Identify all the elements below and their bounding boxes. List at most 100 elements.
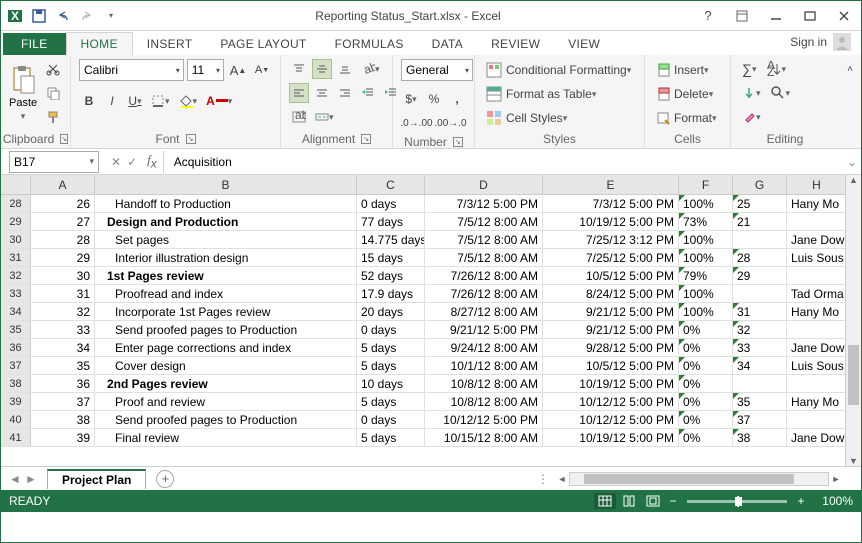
formula-bar[interactable]: Acquisition <box>163 151 843 173</box>
table-row[interactable]: 2927Design and Production77 days7/5/12 8… <box>1 213 861 231</box>
tab-page-layout[interactable]: PAGE LAYOUT <box>206 33 320 55</box>
sign-in[interactable]: Sign in <box>780 29 861 55</box>
cell[interactable]: 33 <box>31 321 95 339</box>
sort-filter-button[interactable]: AZ▾ <box>763 59 790 79</box>
cell[interactable]: 28 <box>31 231 95 249</box>
cell[interactable] <box>787 411 847 429</box>
delete-cells-button[interactable]: Delete▾ <box>653 83 722 105</box>
cell[interactable]: 0% <box>679 339 733 357</box>
cell[interactable]: 52 days <box>357 267 425 285</box>
redo-icon[interactable] <box>77 6 97 26</box>
percent-format-icon[interactable]: % <box>424 89 444 109</box>
cell[interactable]: 7/25/12 3:12 PM <box>543 231 679 249</box>
cell[interactable] <box>733 285 787 303</box>
orientation-icon[interactable]: ab▾ <box>358 59 383 79</box>
cell[interactable]: Jane Dow <box>787 339 847 357</box>
cell[interactable]: 38 <box>31 411 95 429</box>
cell[interactable]: 10/19/12 5:00 PM <box>543 213 679 231</box>
merge-center-icon[interactable]: ▾ <box>312 107 337 127</box>
column-header[interactable]: F <box>679 175 733 194</box>
cell[interactable]: 34 <box>733 357 787 375</box>
decrease-font-icon[interactable]: A▼ <box>252 60 272 80</box>
cell[interactable]: 1st Pages review <box>95 267 357 285</box>
cell[interactable]: 17.9 days <box>357 285 425 303</box>
cell[interactable]: 0 days <box>357 321 425 339</box>
cell[interactable]: 100% <box>679 303 733 321</box>
cell[interactable]: 20 days <box>357 303 425 321</box>
cell[interactable]: Handoff to Production <box>95 195 357 213</box>
table-row[interactable]: 2826Handoff to Production0 days7/3/12 5:… <box>1 195 861 213</box>
paste-button[interactable]: Paste ▾ <box>9 65 37 122</box>
cell[interactable]: 9/21/12 5:00 PM <box>543 303 679 321</box>
cell[interactable]: 29 <box>733 267 787 285</box>
cell[interactable]: 5 days <box>357 393 425 411</box>
increase-font-icon[interactable]: A▲ <box>227 60 249 80</box>
cell[interactable] <box>733 375 787 393</box>
save-icon[interactable] <box>29 6 49 26</box>
column-header[interactable]: D <box>425 175 543 194</box>
cancel-formula-icon[interactable]: ✕ <box>111 155 121 169</box>
autosum-button[interactable]: ∑▾ <box>739 59 760 79</box>
font-launcher[interactable]: ↘ <box>186 134 196 144</box>
cell[interactable]: 0% <box>679 321 733 339</box>
copy-icon[interactable] <box>43 83 63 103</box>
cell[interactable]: 7/26/12 8:00 AM <box>425 267 543 285</box>
cell[interactable]: 9/24/12 8:00 AM <box>425 339 543 357</box>
cell[interactable] <box>787 375 847 393</box>
row-header[interactable]: 30 <box>1 231 31 248</box>
cell[interactable]: 7/5/12 8:00 AM <box>425 231 543 249</box>
cell[interactable] <box>787 321 847 339</box>
format-cells-button[interactable]: Format▾ <box>653 107 722 129</box>
normal-view-icon[interactable] <box>594 493 616 509</box>
decrease-indent-icon[interactable] <box>358 83 378 103</box>
column-header[interactable]: G <box>733 175 787 194</box>
align-right-icon[interactable] <box>335 83 355 103</box>
cell[interactable]: Jane Dow <box>787 429 847 447</box>
table-row[interactable]: 3937Proof and review5 days10/8/12 8:00 A… <box>1 393 861 411</box>
cell[interactable]: Proofread and index <box>95 285 357 303</box>
cell[interactable]: Luis Sous <box>787 357 847 375</box>
cell[interactable]: 28 <box>733 249 787 267</box>
fill-button[interactable]: ▾ <box>739 83 764 103</box>
cell[interactable]: Final review <box>95 429 357 447</box>
column-header[interactable]: A <box>31 175 95 194</box>
number-launcher[interactable]: ↘ <box>453 137 463 147</box>
cell[interactable]: Enter page corrections and index <box>95 339 357 357</box>
vertical-scroll-thumb[interactable] <box>848 345 859 405</box>
wrap-text-icon[interactable]: ab <box>289 107 309 127</box>
cell[interactable]: 10/8/12 8:00 AM <box>425 393 543 411</box>
zoom-in-icon[interactable]: + <box>793 494 809 508</box>
row-header[interactable]: 38 <box>1 375 31 392</box>
cell[interactable]: 79% <box>679 267 733 285</box>
cell[interactable]: 10/1/12 8:00 AM <box>425 357 543 375</box>
new-sheet-button[interactable]: + <box>156 470 174 488</box>
cell[interactable]: Send proofed pages to Production <box>95 321 357 339</box>
cell[interactable]: 35 <box>733 393 787 411</box>
vertical-scrollbar[interactable]: ▲▼ <box>845 175 861 466</box>
table-row[interactable]: 4038Send proofed pages to Production0 da… <box>1 411 861 429</box>
cell[interactable]: 100% <box>679 249 733 267</box>
row-header[interactable]: 39 <box>1 393 31 410</box>
cell[interactable]: 0% <box>679 393 733 411</box>
fx-icon[interactable]: fx <box>141 152 163 171</box>
name-box[interactable]: B17▾ <box>9 151 99 173</box>
cell[interactable]: Proof and review <box>95 393 357 411</box>
cell[interactable]: 5 days <box>357 429 425 447</box>
cell[interactable]: Cover design <box>95 357 357 375</box>
cell[interactable]: 77 days <box>357 213 425 231</box>
column-header[interactable]: C <box>357 175 425 194</box>
align-middle-icon[interactable] <box>312 59 332 79</box>
cell[interactable]: 21 <box>733 213 787 231</box>
cell[interactable]: 30 <box>31 267 95 285</box>
alignment-launcher[interactable]: ↘ <box>361 134 371 144</box>
minimize-icon[interactable] <box>763 6 789 26</box>
cell[interactable]: 36 <box>31 375 95 393</box>
cell[interactable]: 32 <box>733 321 787 339</box>
cell[interactable]: 0 days <box>357 411 425 429</box>
cell[interactable]: 15 days <box>357 249 425 267</box>
ribbon-display-icon[interactable] <box>729 6 755 26</box>
cell[interactable]: 10/12/12 5:00 PM <box>543 393 679 411</box>
cell[interactable]: 9/21/12 5:00 PM <box>425 321 543 339</box>
cell[interactable]: 31 <box>733 303 787 321</box>
cell[interactable]: 5 days <box>357 339 425 357</box>
